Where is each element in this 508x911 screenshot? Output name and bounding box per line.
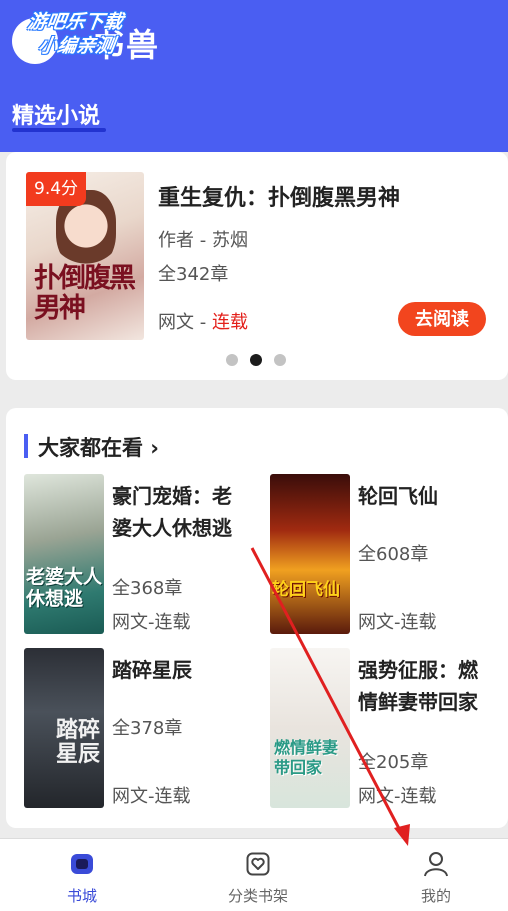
nav-label: 我的 bbox=[420, 887, 451, 905]
header: 书兽 游吧乐下载 小编亲测 精选小说 bbox=[0, 0, 508, 152]
score-badge: 9.4分 bbox=[26, 172, 87, 206]
nav-profile[interactable]: 我的 bbox=[376, 839, 496, 911]
section-accent-bar bbox=[24, 434, 28, 458]
watermark-line-2: 小编亲测 bbox=[36, 35, 116, 57]
book-tag: 网文-连载 bbox=[358, 612, 437, 633]
book-tag: 网文-连载 bbox=[358, 786, 437, 807]
read-button[interactable]: 去阅读 bbox=[398, 302, 486, 336]
featured-book-chapters: 全342章 bbox=[158, 264, 229, 285]
nav-label: 书城 bbox=[66, 887, 97, 905]
cover-title-text: 踏碎星辰 bbox=[56, 717, 101, 767]
book-chapters: 全608章 bbox=[358, 544, 429, 565]
book-chapters: 全378章 bbox=[112, 718, 183, 739]
book-title[interactable]: 轮回飞仙 bbox=[358, 480, 484, 512]
nav-label: 分类书架 bbox=[227, 887, 288, 905]
popular-section: 大家都在看 › 老婆大人休想逃 豪门宠婚：老婆大人休想逃 全368章 网文-连载… bbox=[6, 408, 508, 828]
book-title[interactable]: 豪门宠婚：老婆大人休想逃 bbox=[112, 480, 238, 544]
cover-title-text: 燃情鲜妻带回家 bbox=[274, 738, 339, 777]
book-item[interactable]: 轮回飞仙 轮回飞仙 全608章 网文-连载 bbox=[270, 474, 500, 634]
watermark: 游吧乐下载 小编亲测 bbox=[23, 10, 160, 58]
book-item[interactable]: 老婆大人休想逃 豪门宠婚：老婆大人休想逃 全368章 网文-连载 bbox=[24, 474, 254, 634]
book-cover[interactable]: 燃情鲜妻带回家 bbox=[270, 648, 350, 808]
book-tag: 网文-连载 bbox=[112, 612, 191, 633]
book-title[interactable]: 踏碎星辰 bbox=[112, 654, 238, 686]
popular-section-title[interactable]: 大家都在看 › bbox=[38, 432, 159, 462]
tab-underline bbox=[12, 128, 106, 132]
watermark-line-1: 游吧乐下载 bbox=[26, 11, 125, 33]
tab-featured-novels[interactable]: 精选小说 bbox=[12, 98, 100, 130]
tag-status: 连载 bbox=[211, 312, 248, 333]
book-title[interactable]: 强势征服：燃情鲜妻带回家 bbox=[358, 654, 484, 718]
carousel-dot[interactable] bbox=[274, 354, 286, 366]
cover-title-text: 轮回飞仙 bbox=[272, 580, 340, 600]
featured-book-card[interactable]: 扑倒腹黑男神 9.4分 重生复仇：扑倒腹黑男神 作者 - 苏烟 全342章 网文… bbox=[6, 152, 508, 380]
book-cover[interactable]: 老婆大人休想逃 bbox=[24, 474, 104, 634]
nav-bookstore[interactable]: 书城 bbox=[22, 839, 142, 911]
bottom-nav: 书城 分类书架 我的 bbox=[0, 838, 508, 911]
book-item[interactable]: 踏碎星辰 踏碎星辰 全378章 网文-连载 bbox=[24, 648, 254, 808]
book-cover[interactable]: 轮回飞仙 bbox=[270, 474, 350, 634]
bookstore-icon bbox=[71, 854, 93, 874]
carousel-indicator bbox=[226, 354, 296, 366]
cover-title-text: 扑倒腹黑男神 bbox=[34, 263, 136, 324]
carousel-dot-active[interactable] bbox=[250, 354, 262, 366]
book-tag: 网文-连载 bbox=[112, 786, 191, 807]
tag-category: 网文 - bbox=[158, 312, 212, 333]
nav-bookshelf[interactable]: 分类书架 bbox=[198, 839, 318, 911]
book-chapters: 全205章 bbox=[358, 752, 429, 773]
featured-book-author: 作者 - 苏烟 bbox=[158, 230, 248, 251]
book-cover[interactable]: 踏碎星辰 bbox=[24, 648, 104, 808]
featured-book-tag: 网文 - 连载 bbox=[158, 308, 248, 334]
profile-icon bbox=[424, 852, 448, 877]
bookshelf-icon bbox=[246, 852, 270, 876]
carousel-dot[interactable] bbox=[226, 354, 238, 366]
cover-title-text: 老婆大人休想逃 bbox=[26, 566, 103, 610]
featured-book-title[interactable]: 重生复仇：扑倒腹黑男神 bbox=[158, 180, 400, 212]
book-item[interactable]: 燃情鲜妻带回家 强势征服：燃情鲜妻带回家 全205章 网文-连载 bbox=[270, 648, 500, 808]
book-chapters: 全368章 bbox=[112, 578, 183, 599]
